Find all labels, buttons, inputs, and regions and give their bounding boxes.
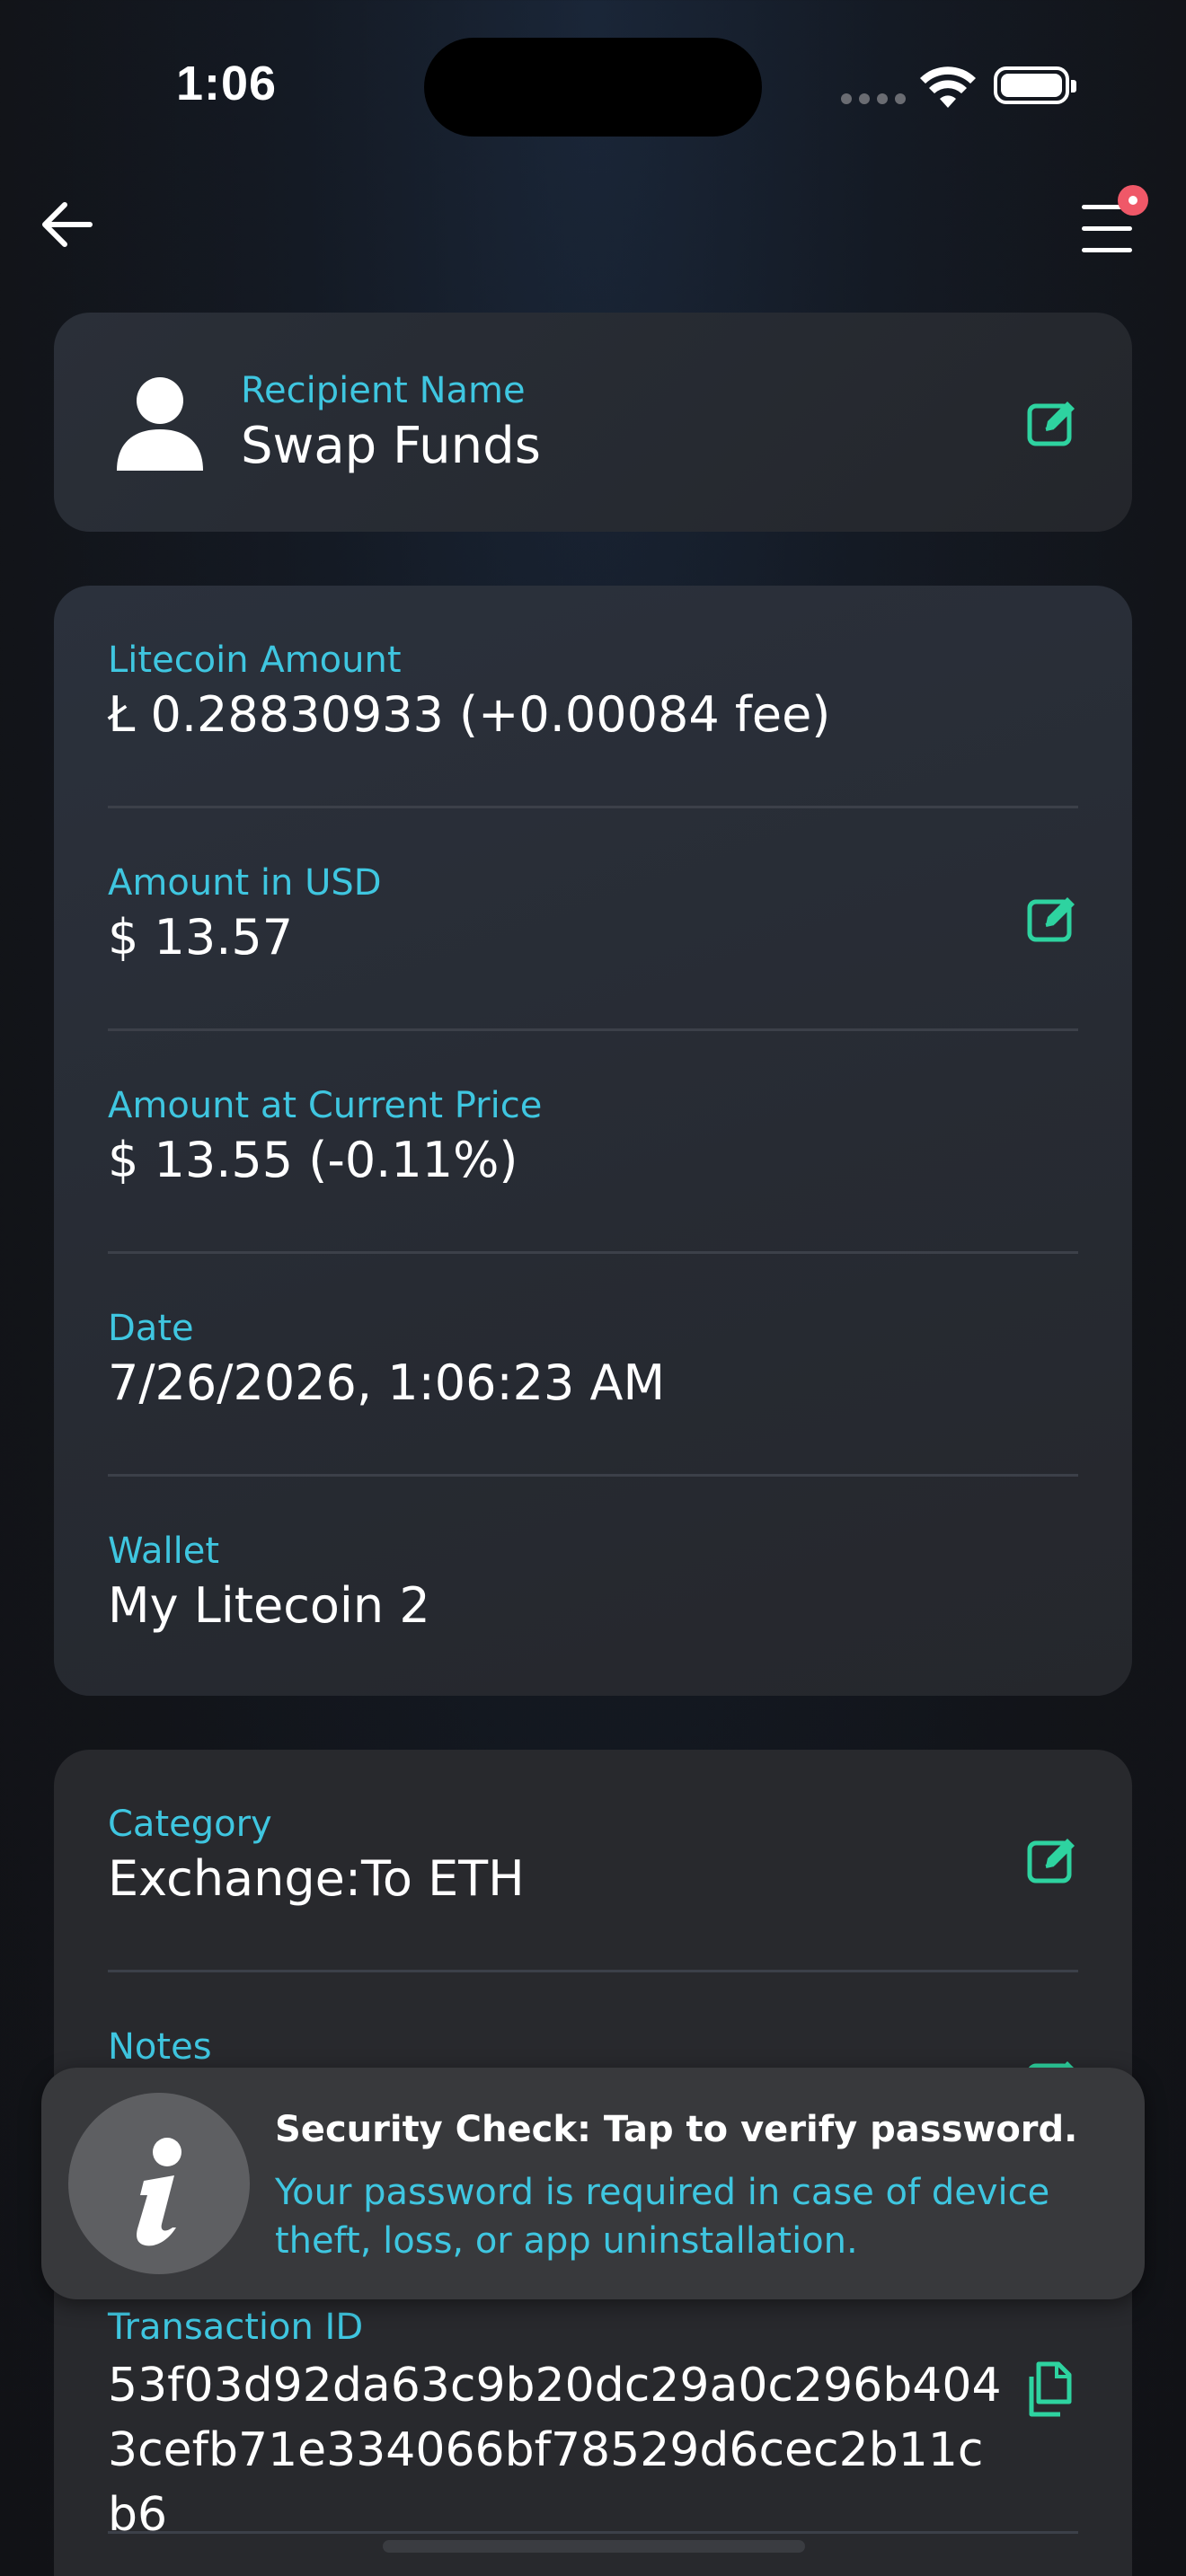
detail-label: Amount at Current Price [108,1085,543,1126]
copy-icon[interactable] [1022,2360,1080,2418]
detail-row-wallet: Wallet My Litecoin 2 [108,1477,1078,1699]
status-time: 1:06 [176,57,278,110]
detail-value: $ 13.55 (-0.11%) [108,1132,518,1188]
detail-row-date: Date 7/26/2026, 1:06:23 AM [108,1254,1078,1477]
recipient-name-value: Swap Funds [241,417,541,475]
detail-label: Category [108,1804,272,1845]
battery-icon [994,66,1076,104]
back-button[interactable] [34,189,106,260]
detail-label: Notes [108,2026,212,2068]
divider [108,2531,1078,2534]
security-check-toast[interactable]: Security Check: Tap to verify password. … [41,2068,1145,2299]
detail-row-current-price: Amount at Current Price $ 13.55 (-0.11%) [108,1031,1078,1254]
status-bar: 1:06 [0,0,1186,180]
dynamic-island [424,38,762,137]
detail-label: Date [108,1308,194,1349]
person-icon [117,377,203,471]
toast-title: Security Check: Tap to verify password. [275,2109,1078,2150]
transaction-id-value: 53f03d92da63c9b20dc29a0c296b4043cefb71e3… [108,2359,1002,2542]
detail-value: $ 13.57 [108,909,294,966]
recipient-name-label: Recipient Name [241,370,526,411]
notification-dot [1118,185,1148,216]
cellular-signal-icon [841,93,906,104]
detail-value: My Litecoin 2 [108,1577,430,1634]
transaction-id-label: Transaction ID [108,2307,364,2348]
detail-value: Ł 0.28830933 (+0.00084 fee) [108,686,831,743]
detail-label: Litecoin Amount [108,640,402,681]
home-indicator[interactable] [383,2540,805,2553]
wifi-icon [920,66,976,108]
menu-button[interactable] [1066,180,1148,260]
detail-label: Wallet [108,1531,220,1572]
toast-message: Your password is required in case of dev… [275,2172,1050,2262]
edit-icon[interactable] [1026,397,1080,447]
amount-details-card: Litecoin Amount Ł 0.28830933 (+0.00084 f… [54,586,1132,1696]
detail-row-litecoin-amount: Litecoin Amount Ł 0.28830933 (+0.00084 f… [108,586,1078,808]
detail-label: Amount in USD [108,862,382,904]
detail-row-category: Category Exchange:To ETH [108,1750,1078,1972]
detail-row-amount-usd: Amount in USD $ 13.57 [108,808,1078,1031]
info-icon [68,2093,250,2274]
detail-value: 7/26/2026, 1:06:23 AM [108,1354,666,1411]
edit-icon[interactable] [1026,1834,1080,1884]
detail-value: Exchange:To ETH [108,1850,525,1907]
edit-icon[interactable] [1026,893,1080,943]
recipient-card: Recipient Name Swap Funds [54,313,1132,532]
arrow-left-icon [42,202,93,247]
